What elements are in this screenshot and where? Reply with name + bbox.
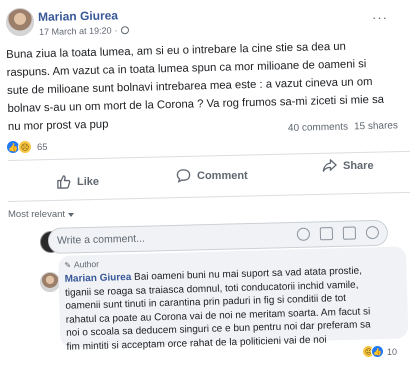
share-label: Share	[343, 159, 374, 172]
comment-author-name[interactable]: Marian Giurea	[65, 272, 132, 285]
author-badge-label: Author	[73, 258, 100, 270]
reaction-count: 65	[37, 141, 48, 153]
comment-input-tools	[296, 225, 380, 241]
post-author-name[interactable]: Marian Giurea	[38, 8, 118, 24]
comments-count[interactable]: 40 comments	[288, 122, 348, 134]
engagement-counts: 40 comments 15 shares	[288, 120, 398, 134]
post-timestamp[interactable]: 17 March at 19:20	[39, 25, 112, 37]
comment-reaction-summary[interactable]: ☹ 👍 10	[362, 345, 397, 358]
emoji-icon[interactable]	[296, 227, 311, 241]
comment-reaction-count: 10	[387, 346, 398, 357]
comment-author-avatar[interactable]	[40, 272, 60, 292]
comment-bubble: ✎ Author Marian Giurea Bai oameni buni n…	[58, 246, 409, 353]
author-avatar[interactable]	[6, 8, 34, 36]
sad-reaction-icon: ☹	[18, 140, 32, 154]
camera-icon[interactable]	[319, 227, 334, 241]
comment-input-placeholder: Write a comment...	[56, 232, 146, 247]
author-badge: ✎ Author	[64, 259, 99, 270]
caret-down-icon	[68, 212, 75, 217]
like-reaction-icon: 👍	[371, 345, 384, 358]
shares-count[interactable]: 15 shares	[354, 120, 398, 132]
gif-icon[interactable]	[342, 226, 357, 240]
divider	[7, 191, 410, 202]
pen-icon: ✎	[64, 260, 72, 270]
comment-button[interactable]: Comment	[176, 168, 248, 183]
more-icon[interactable]: ···	[372, 10, 388, 25]
sticker-icon[interactable]	[365, 225, 380, 240]
share-arrow-icon	[322, 159, 337, 172]
comment-text: Marian Giurea Bai oameni buni nu mai sup…	[64, 263, 406, 354]
post-meta: 17 March at 19:20 ·	[39, 25, 129, 37]
comment-sort-dropdown[interactable]: Most relevant	[8, 209, 75, 220]
comment-label: Comment	[197, 169, 248, 182]
like-label: Like	[77, 175, 100, 188]
reaction-summary[interactable]: 👍 ☹ 65	[6, 140, 48, 154]
facebook-post: Marian Giurea 17 March at 19:20 · ··· Bu…	[0, 0, 418, 369]
comment-bubble-icon	[176, 169, 191, 183]
globe-icon	[120, 26, 129, 35]
thumbs-up-icon	[57, 175, 71, 189]
share-button[interactable]: Share	[322, 158, 374, 173]
sort-label: Most relevant	[8, 209, 66, 220]
like-button[interactable]: Like	[56, 174, 99, 189]
